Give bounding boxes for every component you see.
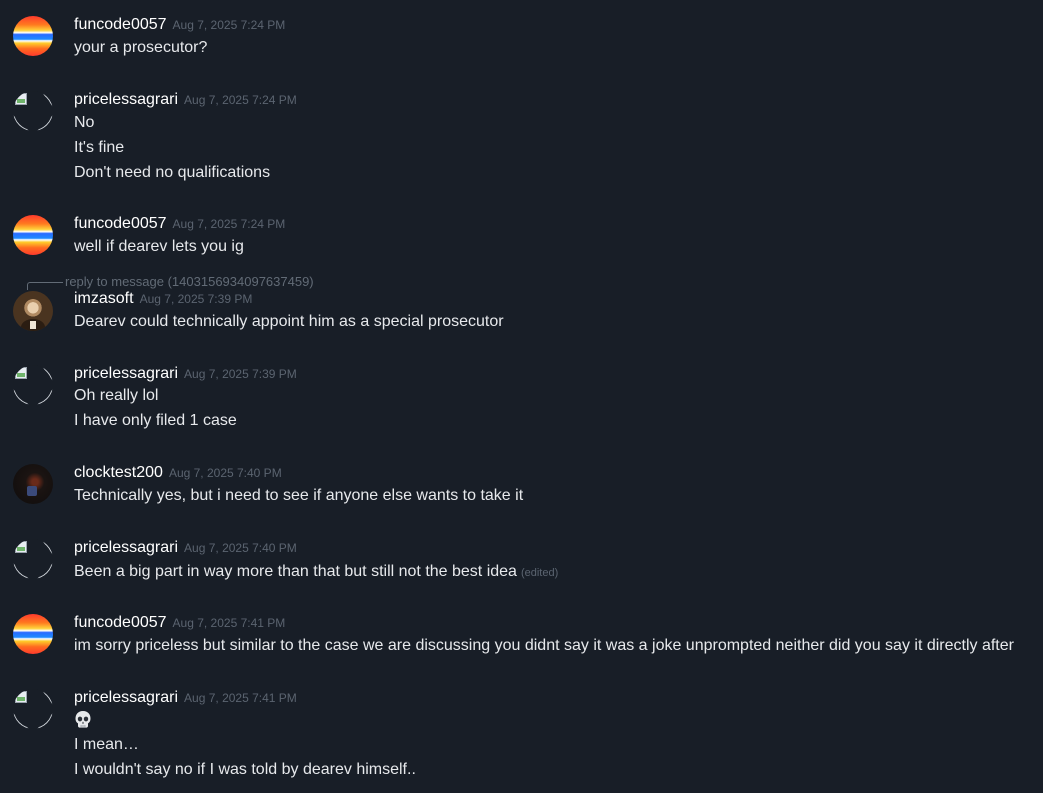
timestamp: Aug 7, 2025 7:39 PM (184, 367, 297, 381)
timestamp: Aug 7, 2025 7:40 PM (184, 541, 297, 555)
user-avatar[interactable] (13, 215, 53, 255)
message-text: im sorry priceless but similar to the ca… (74, 637, 1014, 654)
username[interactable]: pricelessagrari (74, 91, 178, 108)
username[interactable]: clocktest200 (74, 464, 163, 481)
timestamp: Aug 7, 2025 7:24 PM (172, 18, 286, 32)
user-avatar[interactable] (13, 291, 53, 331)
message-text: I have only filed 1 case (74, 412, 237, 429)
broken-image-icon (15, 93, 27, 105)
message-text: your a prosecutor? (74, 39, 208, 56)
user-avatar[interactable] (13, 91, 53, 131)
message-text-row: Been a big part in way more than that bu… (74, 563, 558, 581)
message-text: Been a big part in way more than that bu… (74, 563, 517, 580)
username[interactable]: pricelessagrari (74, 365, 178, 382)
user-avatar[interactable] (13, 689, 53, 729)
timestamp: Aug 7, 2025 7:24 PM (184, 93, 297, 107)
username[interactable]: pricelessagrari (74, 539, 178, 556)
message-text: Technically yes, but i need to see if an… (74, 487, 524, 504)
message-text: It's fine (74, 139, 125, 156)
broken-image-icon (15, 541, 27, 553)
broken-image-icon (15, 367, 27, 379)
user-avatar[interactable] (13, 539, 53, 579)
timestamp: Aug 7, 2025 7:40 PM (168, 466, 282, 480)
message-text: No (74, 114, 95, 131)
username[interactable]: funcode0057 (74, 614, 167, 631)
broken-image-icon (15, 691, 27, 703)
skull-emoji-icon (74, 710, 92, 729)
user-avatar[interactable] (13, 614, 53, 654)
username[interactable]: funcode0057 (74, 16, 167, 33)
user-avatar[interactable] (13, 464, 53, 504)
user-avatar[interactable] (13, 365, 53, 405)
edited-label: (edited) (520, 567, 559, 579)
message-text: well if dearev lets you ig (74, 238, 244, 255)
username[interactable]: imzasoft (74, 290, 134, 307)
emoji-row (74, 710, 92, 734)
timestamp: Aug 7, 2025 7:39 PM (139, 292, 253, 306)
message-text: Don't need no qualifications (74, 164, 271, 181)
timestamp: Aug 7, 2025 7:41 PM (172, 616, 286, 630)
message-text: I mean… (74, 736, 139, 753)
message-text: I wouldn't say no if I was told by deare… (74, 761, 416, 778)
timestamp: Aug 7, 2025 7:41 PM (184, 691, 297, 705)
reply-reference-text[interactable]: reply to message (1403156934097637459) (65, 274, 314, 289)
message-text: Oh really lol (74, 387, 159, 404)
username[interactable]: pricelessagrari (74, 689, 178, 706)
timestamp: Aug 7, 2025 7:24 PM (172, 217, 286, 231)
user-avatar[interactable] (13, 16, 53, 56)
reply-spine-icon (27, 282, 63, 290)
chat-log: funcode0057 Aug 7, 2025 7:24 PM your a pr… (0, 0, 1043, 793)
message-text: Dearev could technically appoint him as … (74, 313, 504, 330)
username[interactable]: funcode0057 (74, 215, 167, 232)
